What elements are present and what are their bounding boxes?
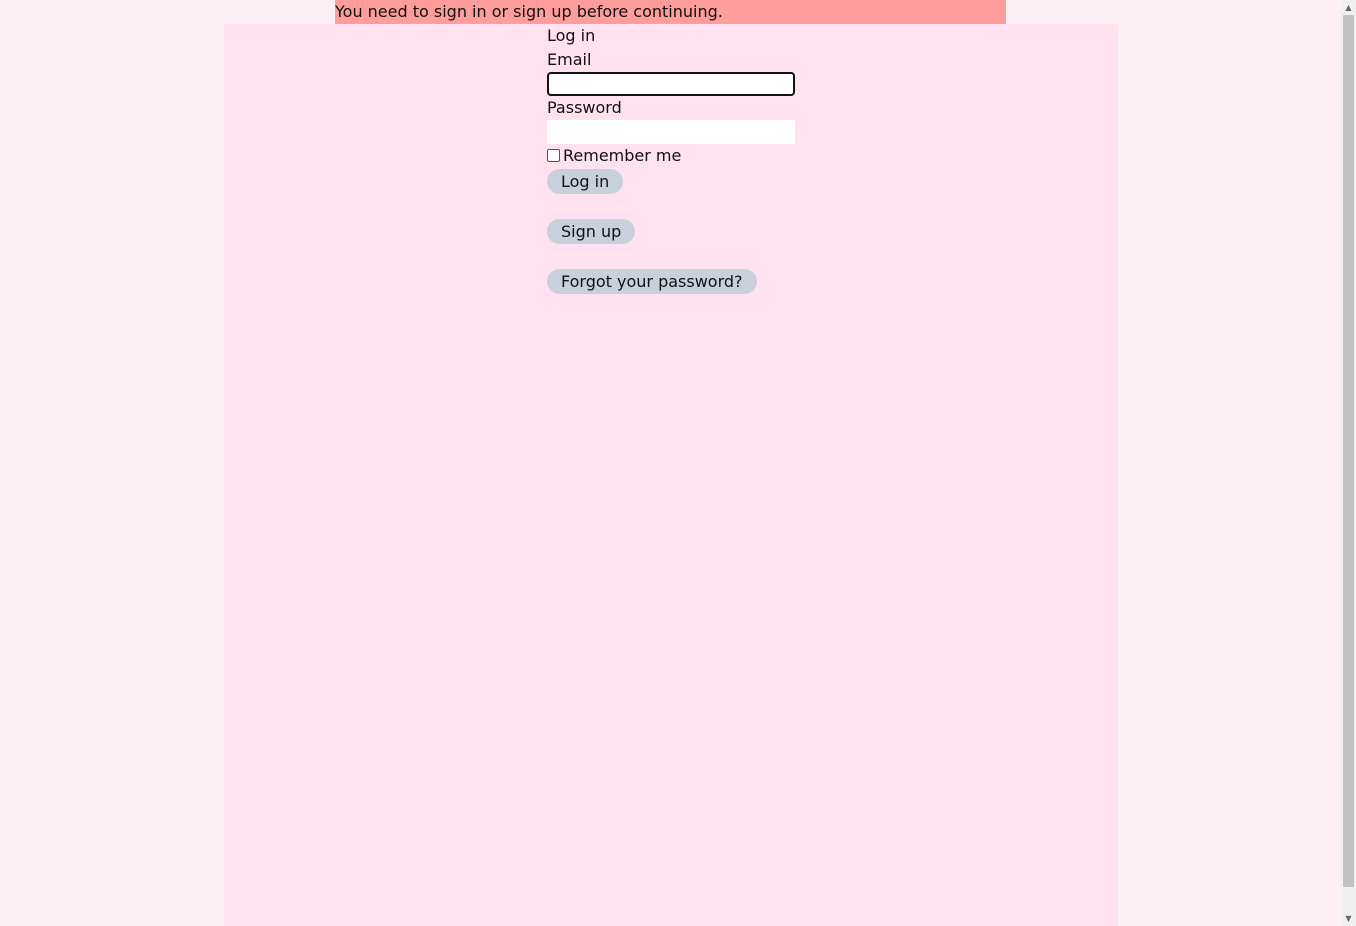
scroll-thumb[interactable]: [1343, 15, 1354, 887]
triangle-up-icon: ▲: [1345, 3, 1352, 12]
form-title: Log in: [547, 26, 596, 45]
password-field[interactable]: [547, 120, 795, 144]
flash-message: You need to sign in or sign up before co…: [335, 2, 723, 21]
scroll-up-arrow[interactable]: ▲: [1341, 0, 1356, 15]
remember-me-checkbox[interactable]: [547, 148, 560, 162]
main-panel: Log in Email Password Remember me Log in…: [224, 24, 1118, 926]
sign-up-row: Sign up: [547, 219, 947, 244]
log-in-button[interactable]: Log in: [547, 169, 624, 194]
email-label: Email: [547, 50, 592, 69]
forgot-password-link[interactable]: Forgot your password?: [547, 269, 757, 294]
page: You need to sign in or sign up before co…: [0, 0, 1341, 926]
remember-me-label[interactable]: Remember me: [563, 144, 681, 168]
triangle-down-icon: ▼: [1345, 914, 1352, 923]
remember-me-row: Remember me: [547, 144, 947, 168]
email-field[interactable]: [547, 72, 795, 96]
scroll-down-arrow[interactable]: ▼: [1341, 911, 1356, 926]
password-label: Password: [547, 98, 622, 117]
login-form: Log in Email Password Remember me Log in…: [547, 24, 947, 294]
forgot-password-row: Forgot your password?: [547, 269, 947, 294]
vertical-scrollbar[interactable]: ▲ ▼: [1341, 0, 1356, 926]
flash-alert: You need to sign in or sign up before co…: [335, 0, 1006, 24]
sign-up-link[interactable]: Sign up: [547, 219, 636, 244]
